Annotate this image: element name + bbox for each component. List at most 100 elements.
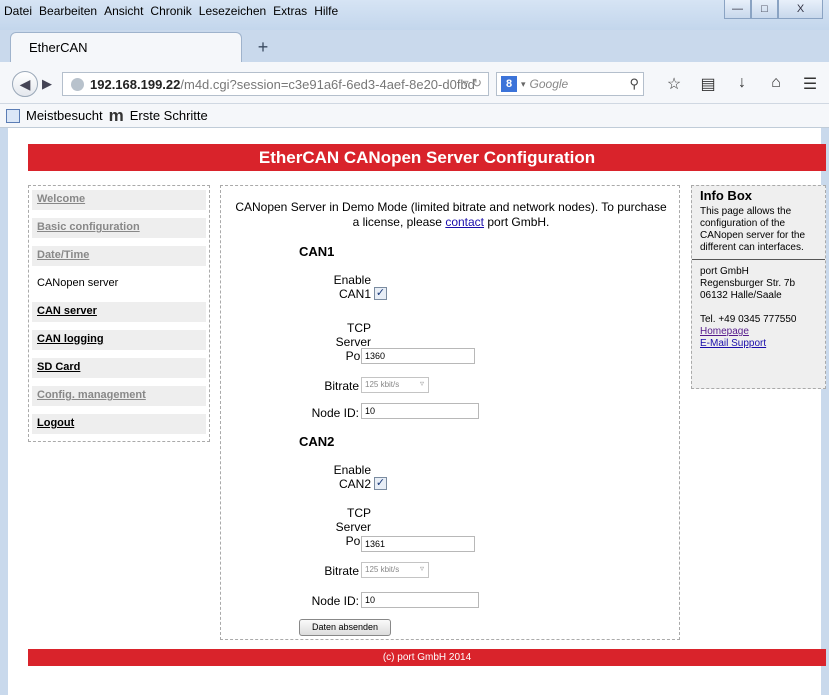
can2-node-id-input[interactable]: 10 — [361, 592, 479, 608]
can1-port-label-line1: TCP — [347, 321, 371, 335]
can2-bitrate-select[interactable]: 125 kbit/s ▿ — [361, 562, 429, 578]
can2-port-label: TCP Server Port: — [291, 506, 371, 548]
can2-bitrate-value: 125 kbit/s — [365, 565, 400, 574]
can2-enable-label-line2: CAN2 — [338, 477, 371, 491]
info-box-title: Info Box — [700, 188, 752, 203]
can1-port-input[interactable]: 1360 — [361, 348, 475, 364]
toolbar-icons: ☆ ▤ ↓ ⌂ ☰ — [664, 74, 820, 94]
bookmark-most-visited[interactable]: Meistbesucht — [26, 108, 103, 123]
can2-enable-label-line1: Enable — [333, 463, 371, 477]
can2-enable-label: Enable CAN2 — [291, 463, 371, 491]
menu-chronik[interactable]: Chronik — [150, 4, 191, 18]
download-icon[interactable]: ↓ — [732, 74, 752, 94]
navigation-toolbar: ◀ ▶ 192.168.199.22/m4d.cgi?session=c3e91… — [0, 62, 829, 104]
can2-port-label-line2: Server — [335, 520, 371, 534]
can1-port-label-line3: Port: — [345, 349, 371, 363]
maximize-button[interactable]: □ — [751, 0, 778, 19]
can1-bitrate-label: Bitrate — [324, 379, 359, 393]
bookmarks-toolbar: Meistbesucht m Erste Schritte — [0, 104, 829, 128]
reload-icon[interactable]: ▿ ↻ — [463, 76, 482, 90]
nav-item-config-management[interactable]: Config. management — [32, 386, 206, 406]
page-footer: (c) port GmbH 2014 — [28, 649, 826, 666]
config-form: CANopen Server in Demo Mode (limited bit… — [220, 185, 680, 640]
tab-strip: EtherCAN + — [0, 24, 829, 62]
new-tab-button[interactable]: + — [252, 36, 274, 58]
search-icon[interactable]: ⚲ — [629, 76, 639, 92]
minimize-button[interactable]: — — [724, 0, 751, 19]
info-box: Info Box This page allows the configurat… — [691, 185, 826, 389]
homepage-link[interactable]: Homepage — [700, 326, 749, 337]
bookmark-icon — [6, 108, 20, 123]
can1-enable-label-line1: Enable — [333, 273, 371, 287]
bookmark-first-steps[interactable]: Erste Schritte — [130, 108, 208, 123]
page-title: EtherCAN CANopen Server Configuration — [28, 144, 826, 171]
bookmark-star-icon[interactable]: ☆ — [664, 74, 684, 94]
globe-icon — [71, 77, 84, 91]
home-icon[interactable]: ⌂ — [766, 74, 786, 94]
menu-bearbeiten[interactable]: Bearbeiten — [39, 4, 97, 18]
submit-button[interactable]: Daten absenden — [299, 619, 391, 636]
email-support-link[interactable]: E-Mail Support — [700, 338, 766, 349]
menu-extras[interactable]: Extras — [273, 4, 307, 18]
can2-enable-checkbox[interactable]: ✓ — [374, 477, 387, 490]
url-bar[interactable]: 192.168.199.22/m4d.cgi?session=c3e91a6f-… — [62, 72, 489, 96]
menu-lesezeichen[interactable]: Lesezeichen — [199, 4, 266, 18]
can1-enable-checkbox[interactable]: ✓ — [374, 287, 387, 300]
contact-link[interactable]: contact — [445, 215, 484, 229]
can1-bitrate-value: 125 kbit/s — [365, 380, 400, 389]
nav-item-date-time[interactable]: Date/Time — [32, 246, 206, 266]
can2-port-label-line1: TCP — [347, 506, 371, 520]
can2-node-label: Node ID: — [311, 594, 359, 608]
can2-bitrate-label: Bitrate — [324, 564, 359, 578]
back-button[interactable]: ◀ — [12, 71, 38, 97]
demo-notice-tail: port GmbH. — [487, 215, 550, 229]
info-street: Regensburger Str. 7b — [700, 278, 796, 289]
can1-node-label: Node ID: — [311, 406, 359, 420]
info-box-description: This page allows the configuration of th… — [700, 206, 806, 253]
window-controls: — □ X — [724, 0, 823, 19]
can1-enable-label-line2: CAN1 — [338, 287, 371, 301]
arrow-right-icon: ▶ — [42, 76, 52, 91]
arrow-left-icon: ◀ — [19, 75, 31, 92]
demo-notice: CANopen Server in Demo Mode (limited bit… — [231, 200, 671, 230]
search-placeholder: Google — [529, 77, 569, 91]
menu-hilfe[interactable]: Hilfe — [314, 4, 338, 18]
nav-item-sd-card[interactable]: SD Card — [32, 358, 206, 378]
search-engine-icon[interactable]: 8 — [501, 76, 517, 92]
nav-item-basic-configuration[interactable]: Basic configuration — [32, 218, 206, 238]
menu-ansicht[interactable]: Ansicht — [104, 4, 143, 18]
nav-item-can-logging[interactable]: CAN logging — [32, 330, 206, 350]
info-company: port GmbH — [700, 266, 749, 277]
can1-enable-label: Enable CAN1 — [291, 273, 371, 301]
can2-port-label-line3: Port: — [345, 534, 371, 548]
url-host: 192.168.199.22 — [90, 76, 181, 92]
url-path: /m4d.cgi?session=c3e91a6f-6ed3-4aef-8e20… — [180, 76, 475, 92]
nav-item-welcome[interactable]: Welcome — [32, 190, 206, 210]
menu-bar: Datei Bearbeiten Ansicht Chronik Lesezei… — [4, 4, 338, 18]
chevron-down-icon: ▿ — [419, 379, 424, 388]
bookmarks-list-icon[interactable]: ▤ — [698, 74, 718, 94]
can1-title: CAN1 — [299, 244, 335, 259]
tab-ethercan[interactable]: EtherCAN — [10, 32, 242, 62]
chevron-down-icon: ▾ — [521, 78, 526, 89]
bookmark-m-logo: m — [108, 105, 124, 125]
menu-datei[interactable]: Datei — [4, 4, 32, 18]
chevron-down-icon: ▿ — [419, 564, 424, 573]
forward-button[interactable]: ▶ — [36, 73, 58, 95]
can1-port-label: TCP Server Port: — [291, 321, 371, 363]
can1-node-id-input[interactable]: 10 — [361, 403, 479, 419]
info-city: 06132 Halle/Saale — [700, 290, 782, 301]
info-phone: Tel. +49 0345 777550 — [700, 314, 797, 325]
can2-title: CAN2 — [299, 434, 335, 449]
page-viewport: EtherCAN CANopen Server Configuration We… — [8, 128, 826, 695]
search-bar[interactable]: 8 ▾ Google ⚲ — [496, 72, 644, 96]
close-button[interactable]: X — [778, 0, 823, 19]
back-forward-group: ◀ ▶ — [12, 71, 58, 97]
menu-icon[interactable]: ☰ — [800, 74, 820, 94]
nav-item-logout[interactable]: Logout — [32, 414, 206, 434]
can1-bitrate-select[interactable]: 125 kbit/s ▿ — [361, 377, 429, 393]
can1-port-label-line2: Server — [335, 335, 371, 349]
info-box-divider — [692, 259, 825, 260]
nav-item-can-server[interactable]: CAN server — [32, 302, 206, 322]
can2-port-input[interactable]: 1361 — [361, 536, 475, 552]
